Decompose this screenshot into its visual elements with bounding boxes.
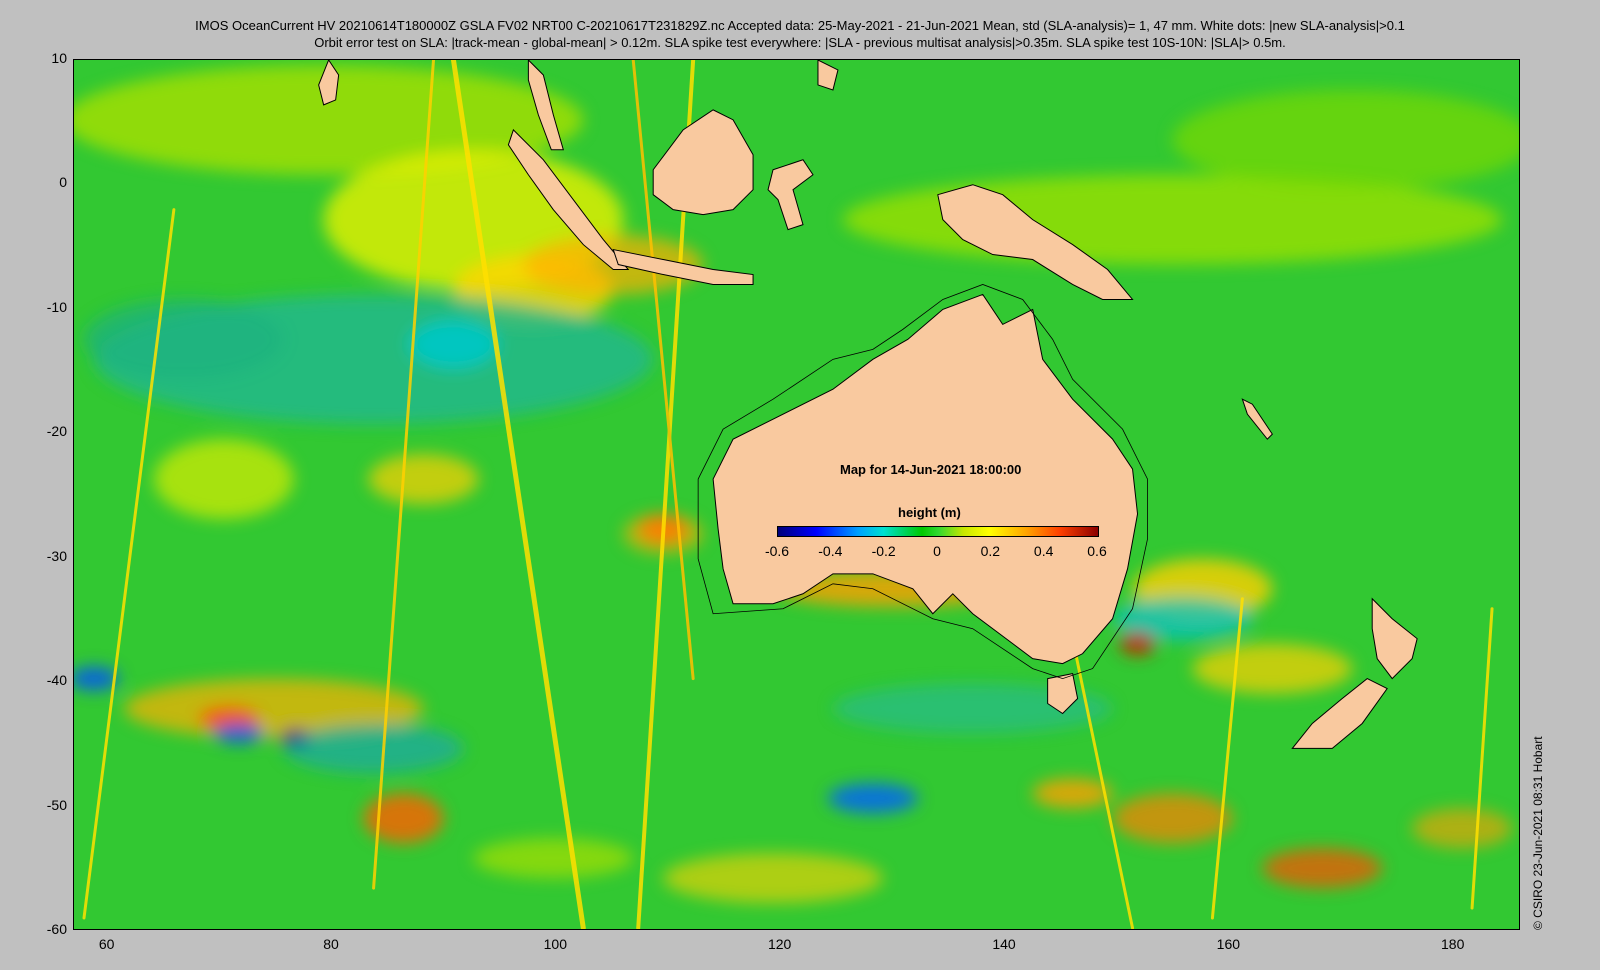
latitude-tick-label: -20 bbox=[46, 423, 67, 440]
latitude-tick-label: -50 bbox=[46, 796, 67, 813]
longitude-tick-label: 180 bbox=[1441, 936, 1465, 952]
latitude-tick-label: 10 bbox=[51, 50, 67, 66]
map-title-line-2: Orbit error test on SLA: |track-mean - g… bbox=[314, 35, 1286, 50]
colorbar-tick-label: 0.6 bbox=[1087, 543, 1107, 559]
colorbar-tick-label: 0.2 bbox=[980, 543, 1001, 559]
sea-level-anomaly-map bbox=[73, 59, 1520, 930]
latitude-tick-label: -60 bbox=[46, 921, 67, 937]
longitude-tick-label: 160 bbox=[1216, 936, 1241, 952]
latitude-tick-label: 0 bbox=[59, 174, 67, 191]
colorbar-tick-label: -0.2 bbox=[871, 543, 896, 559]
longitude-tick-label: 100 bbox=[543, 936, 567, 952]
longitude-tick-label: 120 bbox=[767, 936, 792, 952]
colorbar bbox=[777, 526, 1099, 537]
map-title-line-1: IMOS OceanCurrent HV 20210614T180000Z GS… bbox=[195, 18, 1405, 33]
longitude-tick-label: 60 bbox=[98, 936, 115, 952]
latitude-tick-label: -10 bbox=[46, 298, 67, 315]
colorbar-tick-label: 0.4 bbox=[1033, 543, 1054, 559]
longitude-tick-label: 80 bbox=[323, 936, 339, 952]
map-date-label: Map for 14-Jun-2021 18:00:00 bbox=[840, 462, 1022, 477]
longitude-tick-label: 140 bbox=[992, 936, 1016, 952]
colorbar-tick-label: -0.6 bbox=[764, 543, 790, 559]
latitude-tick-label: -40 bbox=[46, 672, 67, 689]
legend-title: height (m) bbox=[898, 505, 961, 520]
map-canvas bbox=[74, 60, 1519, 929]
colorbar-tick-label: -0.4 bbox=[818, 543, 843, 559]
latitude-tick-label: -30 bbox=[46, 547, 67, 564]
credit-text: © CSIRO 23-Jun-2021 08:31 Hobart bbox=[1531, 736, 1545, 930]
colorbar-tick-label: 0 bbox=[933, 543, 941, 559]
